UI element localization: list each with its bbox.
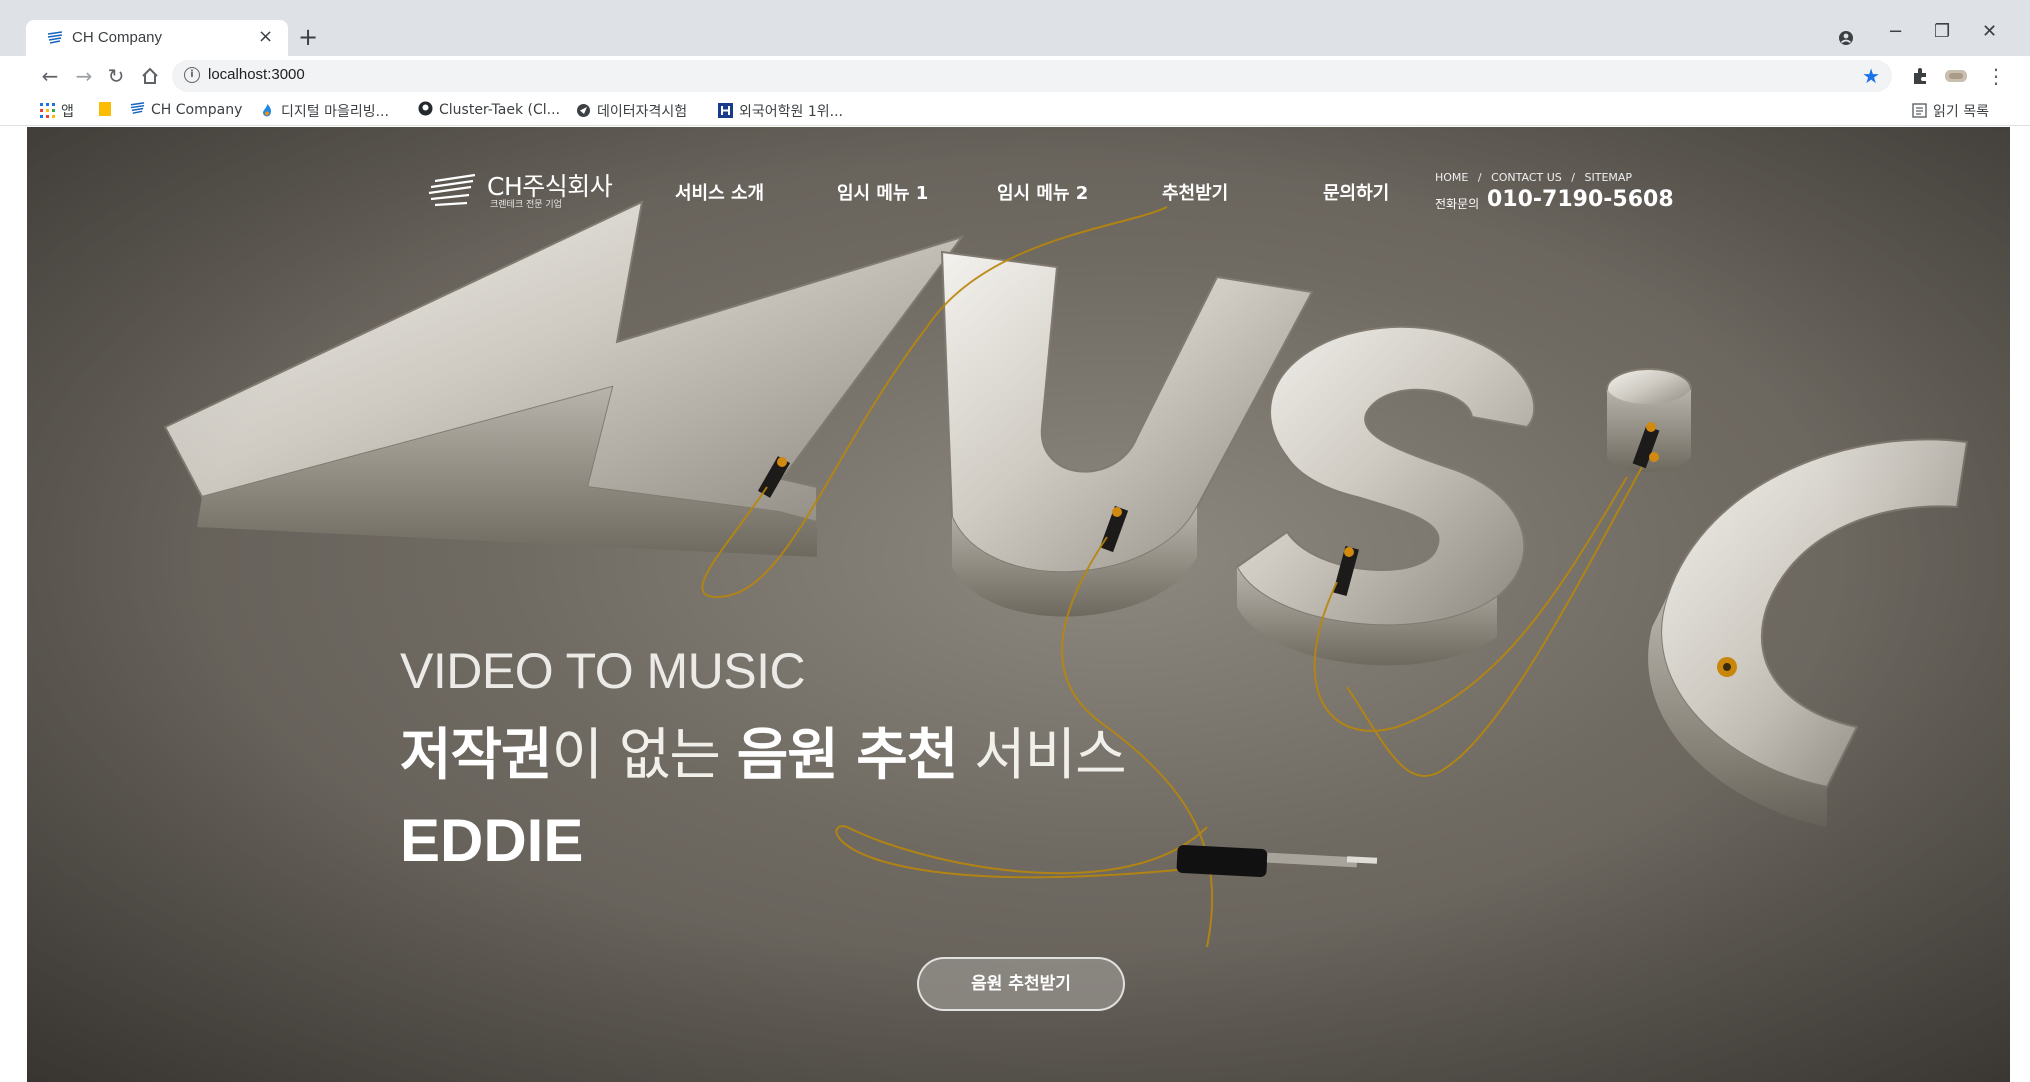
bookmark-folder[interactable] [98, 101, 119, 118]
bookmark-label: 외국어학원 1위... [739, 104, 843, 120]
util-links: HOME / CONTACT US / SITEMAP [1435, 171, 1638, 184]
browser-tab-strip: CH Company × + − ❐ ✕ [0, 0, 2030, 56]
util-separator: / [1571, 171, 1576, 184]
new-tab-button[interactable]: + [298, 24, 318, 50]
bookmark-item[interactable]: Cluster-Taek (Cl... [418, 101, 560, 118]
bookmark-apps-label: 앱 [61, 104, 74, 120]
bookmark-item[interactable]: CH Company [130, 101, 242, 118]
folder-icon [99, 102, 111, 116]
logo-mark-icon [428, 173, 476, 207]
home-icon[interactable] [140, 66, 160, 86]
menu-contact[interactable]: 문의하기 [1323, 179, 1389, 205]
menu-temp-1[interactable]: 임시 메뉴 1 [837, 179, 928, 205]
bookmark-item[interactable]: 외국어학원 1위... [718, 101, 843, 121]
bookmarks-bar: 앱 CH Company 디지털 마을리빙... Cluster-Taek (C… [0, 96, 2030, 126]
forward-icon[interactable]: → [72, 64, 96, 88]
hero-title-part: 저작권 [400, 723, 553, 788]
reading-list-button[interactable]: 읽기 목록 [1912, 101, 1989, 121]
hero-title-part: 서비스 [957, 723, 1127, 788]
hero-title-part: 음원 추천 [736, 723, 959, 788]
hackers-h-icon [718, 103, 733, 118]
bookmark-item[interactable]: 디지털 마을리빙... [260, 101, 389, 121]
phone-number: 010-7190-5608 [1487, 187, 1674, 212]
bookmark-apps[interactable]: 앱 [40, 101, 74, 121]
menu-temp-2[interactable]: 임시 메뉴 2 [997, 179, 1088, 205]
phone-label: 전화문의 [1435, 197, 1480, 211]
minimize-button[interactable]: − [1888, 20, 1903, 44]
reading-list-icon [1912, 103, 1927, 118]
hero-title: 저작권이 없는 음원 추천 서비스 [400, 710, 1127, 791]
recommend-music-button[interactable]: 음원 추천받기 [917, 957, 1125, 1011]
bookmark-label: 디지털 마을리빙... [281, 104, 389, 120]
star-icon[interactable]: ★ [1862, 64, 1880, 88]
back-icon[interactable]: ← [38, 64, 62, 88]
bookmark-label: Cluster-Taek (Cl... [439, 102, 561, 118]
browser-tab[interactable]: CH Company × [26, 20, 288, 56]
browser-toolbar: ← → ↻ i localhost:3000 ★ ⋮ [0, 56, 2030, 96]
url-text[interactable]: localhost:3000 [208, 66, 305, 83]
globe-icon [577, 104, 590, 117]
avatar[interactable] [1944, 68, 1968, 84]
apps-grid-icon [40, 103, 55, 118]
bookmark-label: 데이터자격시험 [597, 104, 688, 120]
github-icon [418, 101, 433, 116]
profile-icon[interactable] [1838, 30, 1854, 46]
util-separator: / [1477, 171, 1482, 184]
bookmark-label: CH Company [151, 102, 243, 118]
util-contact-link[interactable]: CONTACT US [1491, 171, 1562, 184]
restore-button[interactable]: ❐ [1934, 20, 1950, 44]
extensions-icon[interactable] [1910, 66, 1930, 86]
reload-icon[interactable]: ↻ [104, 64, 128, 88]
menu-recommend[interactable]: 추천받기 [1162, 179, 1228, 205]
util-home-link[interactable]: HOME [1435, 171, 1468, 184]
info-icon[interactable]: i [184, 67, 200, 83]
tab-title: CH Company [72, 29, 163, 46]
logo-tagline: 크렌테크 전문 기업 [490, 200, 562, 210]
menu-service-intro[interactable]: 서비스 소개 [675, 179, 764, 205]
hero-subtitle: VIDEO TO MUSIC [400, 643, 806, 699]
url-field[interactable]: i localhost:3000 ★ [172, 60, 1892, 92]
bookmark-item[interactable]: 데이터자격시험 [576, 101, 687, 121]
hero-section: CH주식회사 크렌테크 전문 기업 서비스 소개 임시 메뉴 1 임시 메뉴 2… [27, 127, 2010, 1082]
menu-icon[interactable]: ⋮ [1984, 64, 2008, 88]
hero-title-part: 이 없는 [551, 723, 737, 788]
ch-company-favicon-icon [47, 31, 63, 44]
flame-icon [263, 104, 272, 117]
ch-company-favicon-icon [130, 102, 145, 114]
close-window-button[interactable]: ✕ [1982, 20, 1997, 44]
util-sitemap-link[interactable]: SITEMAP [1585, 171, 1633, 184]
hero-brand: EDDIE [400, 807, 584, 874]
music-letters-artwork [27, 127, 2010, 1082]
tab-close-icon[interactable]: × [258, 26, 273, 48]
company-logo[interactable]: CH주식회사 크렌테크 전문 기업 [427, 167, 647, 211]
reading-list-label: 읽기 목록 [1933, 104, 1989, 120]
